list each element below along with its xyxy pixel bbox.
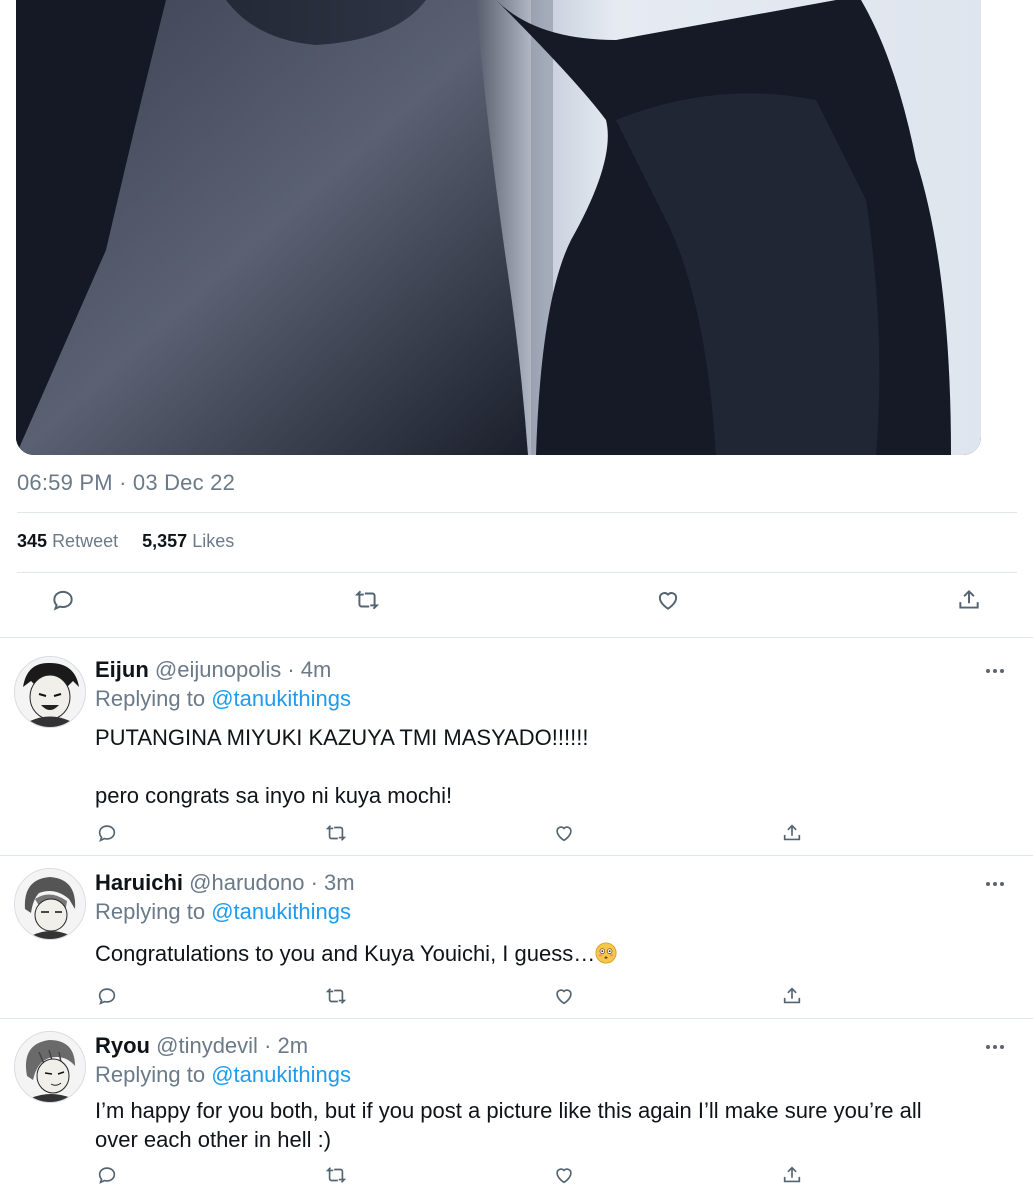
retweet-icon (325, 1167, 347, 1183)
retweet-button[interactable] (352, 585, 382, 615)
share-button[interactable] (777, 1160, 807, 1190)
replying-label: Replying to (95, 899, 206, 924)
tweet-actions (0, 585, 1033, 625)
reply-text-line: Congratulations to you and Kuya Youichi,… (95, 941, 596, 966)
reply-header: Ryou @tinydevil · 2m (95, 1033, 308, 1059)
reply-text-line: I’m happy for you both, but if you post … (95, 1098, 922, 1152)
divider (17, 512, 1017, 513)
share-button[interactable] (777, 981, 807, 1011)
reply-icon (98, 825, 116, 842)
like-button[interactable] (549, 818, 579, 848)
reply-icon (98, 988, 116, 1005)
share-button[interactable] (777, 818, 807, 848)
handle[interactable]: @tinydevil (156, 1033, 258, 1058)
reply-actions (0, 981, 1033, 1021)
share-icon (783, 1166, 801, 1183)
share-button[interactable] (954, 585, 984, 615)
reply-actions (0, 818, 1033, 858)
retweet-count[interactable]: 345 (17, 531, 47, 551)
reply-icon (98, 1167, 116, 1184)
mention-link[interactable]: @tanukithings (211, 899, 351, 924)
retweet-icon (325, 988, 347, 1004)
avatar[interactable] (14, 656, 86, 728)
replying-to: Replying to @tanukithings (95, 686, 351, 712)
reply-time[interactable]: · 3m (311, 870, 355, 895)
avatar[interactable] (14, 1031, 86, 1103)
share-icon (959, 589, 979, 609)
reply-tweet[interactable]: Eijun @eijunopolis · 4m Replying to @tan… (0, 638, 1033, 855)
avatar-image (15, 1032, 85, 1102)
reply-text-line: PUTANGINA MIYUKI KAZUYA TMI MASYADO!!!!!… (95, 725, 589, 750)
like-icon (556, 989, 572, 1005)
like-icon (556, 1168, 572, 1184)
more-options-button[interactable] (983, 663, 1007, 679)
divider (17, 572, 1017, 573)
reply-actions (0, 1160, 1033, 1200)
reply-text-line: pero congrats sa inyo ni kuya mochi! (95, 783, 453, 808)
reply-text: Congratulations to you and Kuya Youichi,… (95, 939, 973, 968)
retweet-button[interactable] (321, 1160, 351, 1190)
retweet-label[interactable]: Retweet (52, 531, 118, 551)
reply-button[interactable] (92, 818, 122, 848)
reply-tweet[interactable]: Ryou @tinydevil · 2m Replying to @tanuki… (0, 1019, 1033, 1200)
reply-tweet[interactable]: Haruichi @harudono · 3m Replying to @tan… (0, 856, 1033, 1018)
display-name[interactable]: Eijun (95, 657, 149, 682)
mention-link[interactable]: @tanukithings (211, 1062, 351, 1087)
replying-label: Replying to (95, 1062, 206, 1087)
replying-to: Replying to @tanukithings (95, 1062, 351, 1088)
avatar-image (15, 657, 85, 727)
likes-count[interactable]: 5,357 (142, 531, 187, 551)
share-icon (783, 987, 801, 1004)
reply-time[interactable]: · 4m (287, 657, 331, 682)
avatar-image (15, 869, 85, 939)
replying-label: Replying to (95, 686, 206, 711)
avatar[interactable] (14, 868, 86, 940)
flushed-face-icon (595, 942, 617, 964)
reply-text: PUTANGINA MIYUKI KAZUYA TMI MASYADO!!!!!… (95, 723, 973, 810)
share-icon (783, 824, 801, 841)
retweet-button[interactable] (321, 818, 351, 848)
like-icon (556, 826, 572, 842)
likes-label[interactable]: Likes (192, 531, 234, 551)
like-icon (658, 592, 678, 610)
tweet-stats: 345 Retweet 5,357 Likes (17, 531, 234, 552)
photo-image (16, 0, 981, 455)
mention-link[interactable]: @tanukithings (211, 686, 351, 711)
tweet-photo[interactable] (16, 0, 981, 455)
tweet-timestamp[interactable]: 06:59 PM · 03 Dec 22 (17, 470, 235, 496)
reply-icon (53, 590, 73, 611)
reply-button[interactable] (92, 1160, 122, 1190)
like-button[interactable] (653, 585, 683, 615)
reply-button[interactable] (92, 981, 122, 1011)
retweet-icon (354, 590, 380, 610)
reply-header: Haruichi @harudono · 3m (95, 870, 355, 896)
retweet-icon (325, 825, 347, 841)
more-options-button[interactable] (983, 876, 1007, 892)
handle[interactable]: @eijunopolis (155, 657, 281, 682)
handle[interactable]: @harudono (189, 870, 304, 895)
reply-time[interactable]: · 2m (264, 1033, 308, 1058)
reply-header: Eijun @eijunopolis · 4m (95, 657, 331, 683)
retweet-button[interactable] (321, 981, 351, 1011)
reply-button[interactable] (48, 585, 78, 615)
more-options-button[interactable] (983, 1039, 1007, 1055)
reply-text: I’m happy for you both, but if you post … (95, 1096, 943, 1154)
display-name[interactable]: Ryou (95, 1033, 150, 1058)
display-name[interactable]: Haruichi (95, 870, 183, 895)
replying-to: Replying to @tanukithings (95, 899, 351, 925)
like-button[interactable] (549, 981, 579, 1011)
like-button[interactable] (549, 1160, 579, 1190)
